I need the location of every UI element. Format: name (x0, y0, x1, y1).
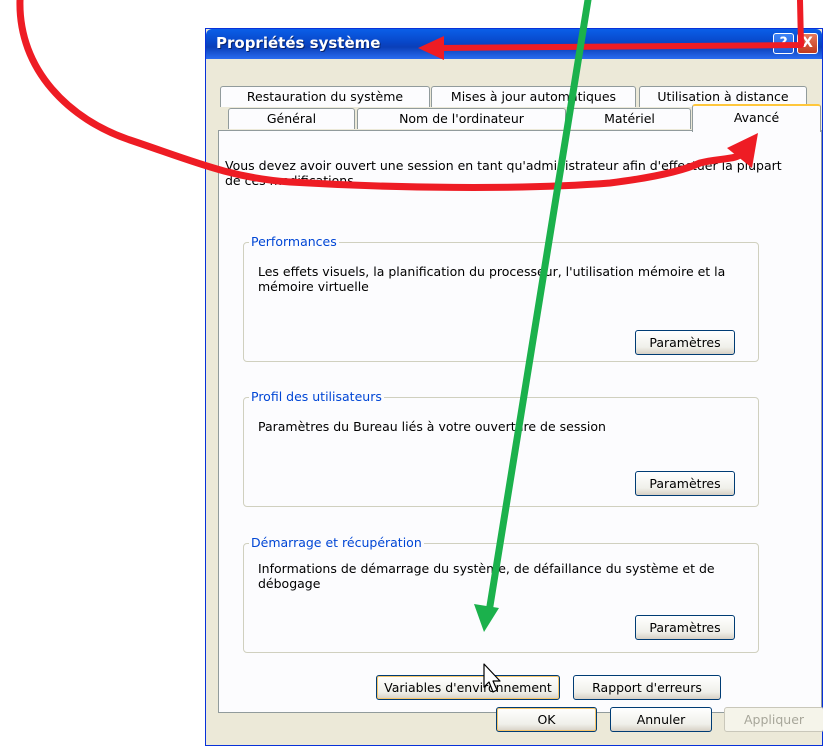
close-icon[interactable]: X (797, 33, 818, 54)
environment-variables-button[interactable]: Variables d'environnement (376, 675, 560, 700)
user-profiles-title: Profil des utilisateurs (249, 389, 384, 404)
performance-title: Performances (249, 234, 339, 249)
performance-group: Performances Les effets visuels, la plan… (243, 235, 759, 362)
performance-description: Les effets visuels, la planification du … (258, 264, 726, 294)
tab-materiel[interactable]: Matériel (568, 108, 691, 129)
system-properties-dialog: Propriétés système ? X Restauration du s… (205, 28, 823, 746)
tab-nom-ordinateur[interactable]: Nom de l'ordinateur (357, 108, 566, 129)
error-report-button[interactable]: Rapport d'erreurs (573, 675, 721, 700)
user-profiles-group: Profil des utilisateurs Paramètres du Bu… (243, 390, 759, 507)
cancel-button[interactable]: Annuler (610, 707, 712, 732)
startup-recovery-settings-button[interactable]: Paramètres (635, 615, 735, 640)
tab-mises-a-jour[interactable]: Mises à jour automatiques (431, 86, 636, 107)
advanced-tab-panel: Vous devez avoir ouvert une session en t… (218, 130, 822, 713)
user-profiles-settings-button[interactable]: Paramètres (635, 471, 735, 496)
tab-restauration[interactable]: Restauration du système (220, 86, 430, 107)
window-title: Propriétés système (216, 34, 381, 52)
tab-general[interactable]: Général (228, 108, 355, 129)
title-bar[interactable]: Propriétés système ? X (206, 29, 822, 59)
startup-recovery-description: Informations de démarrage du système, de… (258, 561, 715, 591)
startup-recovery-group: Démarrage et récupération Informations d… (243, 536, 759, 653)
admin-notice: Vous devez avoir ouvert une session en t… (225, 158, 782, 188)
tab-avance[interactable]: Avancé (692, 104, 821, 132)
apply-button[interactable]: Appliquer (724, 707, 823, 732)
user-profiles-description: Paramètres du Bureau liés à votre ouvert… (258, 419, 606, 434)
performance-settings-button[interactable]: Paramètres (635, 330, 735, 355)
startup-recovery-title: Démarrage et récupération (249, 535, 424, 550)
ok-button[interactable]: OK (496, 707, 597, 732)
help-icon[interactable]: ? (773, 33, 794, 54)
